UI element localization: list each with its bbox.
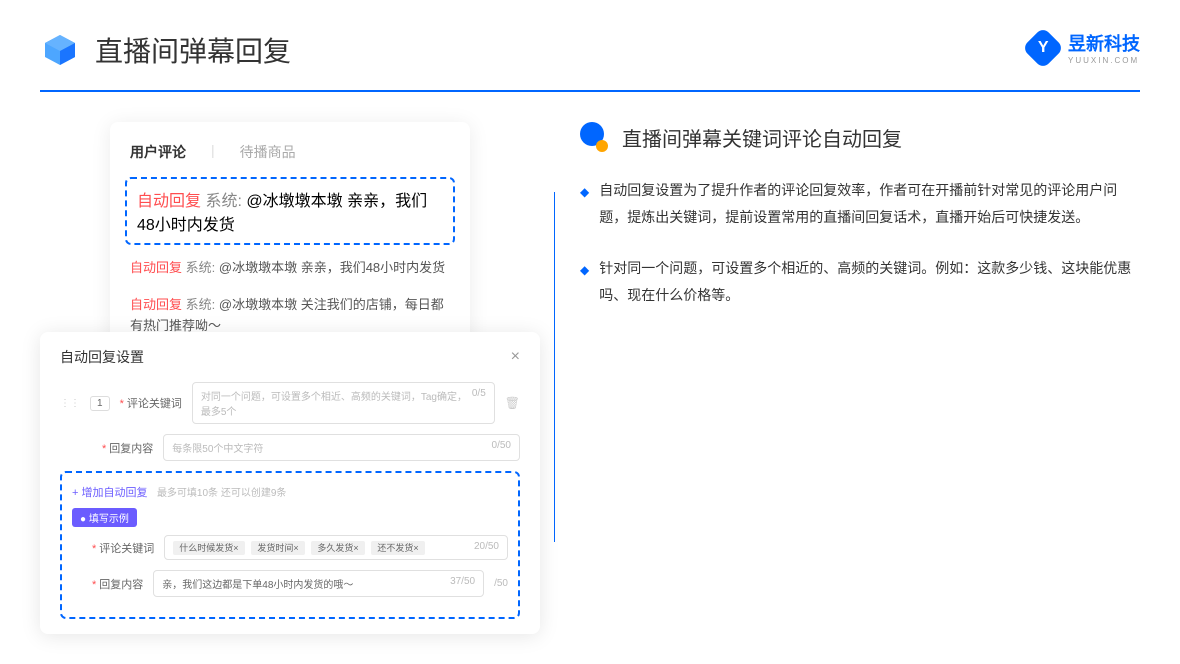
page-title: 直播间弹幕回复 <box>95 30 291 70</box>
add-reply-link[interactable]: + 增加自动回复 <box>72 484 147 500</box>
section-title: 直播间弹幕关键词评论自动回复 <box>622 123 902 152</box>
logo-icon: Y <box>1022 26 1064 68</box>
tab-pending-products[interactable]: 待播商品 <box>240 142 296 162</box>
comment-item: 自动回复 系统: @冰墩墩本墩 亲亲，我们48小时内发货 <box>130 250 450 287</box>
drag-icon[interactable]: ⋮⋮ <box>60 398 80 409</box>
example-content-input[interactable]: 亲，我们这边都是下单48小时内发货的哦～ 37/50 <box>153 570 484 597</box>
diamond-icon: ◆ <box>580 181 589 230</box>
close-icon[interactable]: × <box>511 348 520 366</box>
bullet-item: ◆ 针对同一个问题，可设置多个相近的、高频的关键词。例如：这款多少钱、这块能优惠… <box>580 255 1140 308</box>
logo-brand: 昱新科技 <box>1068 30 1140 56</box>
brand-logo: Y 昱新科技 YUUXIN.COM <box>1028 30 1140 65</box>
diamond-icon: ◆ <box>580 259 589 308</box>
content-input[interactable]: 每条限50个中文字符 0/50 <box>163 434 520 461</box>
example-section: + 增加自动回复 最多可填10条 还可以创建9条 ● 填写示例 *评论关键词 什… <box>60 471 520 619</box>
logo-sub: YUUXIN.COM <box>1068 56 1140 65</box>
row-number: 1 <box>90 396 110 411</box>
page-header: 直播间弹幕回复 <box>0 0 1180 90</box>
tab-user-comments[interactable]: 用户评论 <box>130 142 186 162</box>
keyword-row: ⋮⋮ 1 *评论关键词 对同一个问题，可设置多个相近、高频的关键词，Tag确定，… <box>60 382 520 424</box>
settings-title: 自动回复设置 <box>60 347 144 367</box>
bullet-item: ◆ 自动回复设置为了提升作者的评论回复效率，作者可在开播前针对常见的评论用户问题… <box>580 177 1140 230</box>
tabs: 用户评论 | 待播商品 <box>130 142 450 162</box>
keyword-input[interactable]: 对同一个问题，可设置多个相近、高频的关键词，Tag确定，最多5个 0/5 <box>192 382 495 424</box>
settings-panel: 自动回复设置 × ⋮⋮ 1 *评论关键词 对同一个问题，可设置多个相近、高频的关… <box>40 332 540 634</box>
section-icon <box>580 122 610 152</box>
example-keyword-input[interactable]: 什么时候发货× 发货时间× 多久发货× 还不发货× 20/50 <box>164 535 508 560</box>
trash-icon[interactable]: 🗑 <box>505 396 520 410</box>
section-header: 直播间弹幕关键词评论自动回复 <box>580 122 1140 152</box>
comments-panel: 用户评论 | 待播商品 自动回复 系统: @冰墩墩本墩 亲亲，我们48小时内发货… <box>110 122 470 364</box>
content-row: *回复内容 每条限50个中文字符 0/50 <box>60 434 520 461</box>
cube-icon <box>40 30 80 70</box>
highlighted-comment: 自动回复 系统: @冰墩墩本墩 亲亲，我们48小时内发货 <box>125 177 455 245</box>
example-badge: ● 填写示例 <box>72 508 137 527</box>
